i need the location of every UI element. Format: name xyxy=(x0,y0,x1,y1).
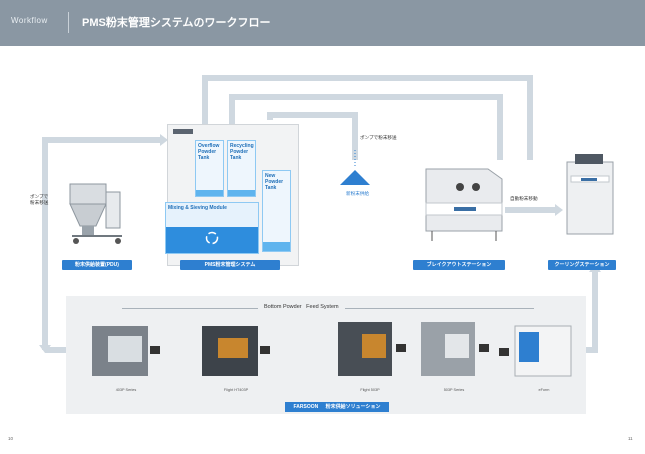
machine-caption-503p: 503P Series xyxy=(443,388,465,392)
machine-eform xyxy=(499,325,572,377)
cooling-machine xyxy=(566,154,614,235)
bottom-feed-title: Bottom Powder Feed System xyxy=(258,304,345,310)
recycling-tank-fill xyxy=(228,190,255,196)
farsoon-solution-text: 粉末供給ソリューション xyxy=(325,404,381,410)
recycle-icon xyxy=(205,231,219,245)
recycling-tank: Recycling Powder Tank xyxy=(227,140,256,197)
station-pms: PMS粉末管理システム xyxy=(180,260,280,270)
station-cooling: クーリングステーション xyxy=(548,260,616,270)
pdu-machine xyxy=(69,183,122,244)
machine-403p xyxy=(92,326,160,376)
label-pump-right: 自動粉末移動 xyxy=(510,196,538,201)
new-powder-tank-label: New Powder Tank xyxy=(265,173,284,191)
label-new-powder: 新粉末供給 xyxy=(346,191,369,196)
station-pdu: 粉末供給装置(PDU) xyxy=(62,260,132,270)
machine-503p xyxy=(421,322,489,376)
label-pump-left: ポンプで 粉末移送 xyxy=(30,194,49,205)
new-powder-tank-fill xyxy=(263,242,290,251)
machine-caption-403p: 403P Series xyxy=(115,388,137,392)
overflow-tank: Overflow Powder Tank xyxy=(195,140,224,197)
recycling-tank-label: Recycling Powder Tank xyxy=(230,143,254,161)
farsoon-brand: FARSOON xyxy=(293,404,319,410)
station-breakout: ブレイクアウトステーション xyxy=(413,260,505,270)
page-number-right: 11 xyxy=(628,436,633,441)
mixing-module-label: Mixing & Sieving Module xyxy=(168,205,227,211)
new-powder-tank: New Powder Tank xyxy=(262,170,291,252)
page-number-left: 10 xyxy=(8,436,14,441)
machine-caption-flight-ht403p: Flight HT403P xyxy=(223,388,249,392)
arrow-head-right-feed xyxy=(555,204,563,216)
breakout-machine xyxy=(425,168,503,241)
new-powder-cone xyxy=(340,170,370,185)
overflow-tank-label: Overflow Powder Tank xyxy=(198,143,220,161)
machine-flight-ht403p xyxy=(202,326,270,376)
machine-flight-503p xyxy=(338,322,406,376)
machine-caption-flight-503p: Flight 503P xyxy=(360,388,380,392)
label-pump-top: ポンプで粉末移送 xyxy=(360,135,397,140)
mixing-module: Mixing & Sieving Module xyxy=(165,202,259,254)
farsoon-solution-pill: FARSOON 粉末供給ソリューション xyxy=(285,402,389,412)
pms-top-strip xyxy=(173,129,193,134)
overflow-tank-fill xyxy=(196,190,223,196)
machine-caption-eform: eForm xyxy=(538,388,550,392)
